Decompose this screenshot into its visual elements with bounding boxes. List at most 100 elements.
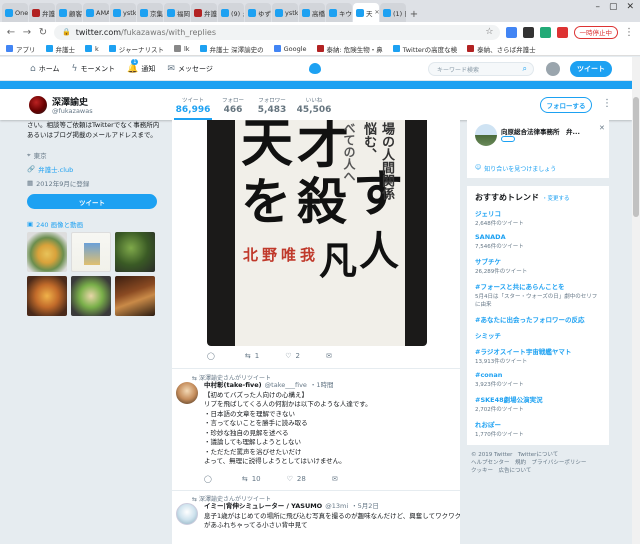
maximize-icon[interactable]: ▢ xyxy=(609,2,618,12)
bookmark-item[interactable]: Twitterの高度な検 xyxy=(392,44,457,54)
trend-name[interactable]: ジェリコ xyxy=(475,208,601,218)
retweet-button[interactable]: ⇆ 1 xyxy=(245,352,259,360)
browser-tab[interactable]: 弁護✕ xyxy=(191,3,217,22)
trend-item[interactable]: れおぽー 1,770件のツイート xyxy=(467,416,609,441)
more-options-icon[interactable]: ⋮ xyxy=(602,98,612,109)
footer-line[interactable]: クッキー 広告について xyxy=(471,467,609,475)
follow-button[interactable]: フォローする xyxy=(540,97,592,113)
bookmark-item[interactable]: 泰納: 危険生物・鼻 xyxy=(316,44,383,54)
trend-name[interactable]: #conan xyxy=(475,371,601,379)
trend-item[interactable]: #ラジオスイート宇宙戦艦ヤマト 13,913件のツイート xyxy=(467,343,609,368)
browser-tab[interactable]: (1) 日✕ xyxy=(380,3,406,22)
tweet[interactable]: 中村彰(take-five) @take___five ・1時間 【初めてバズっ… xyxy=(204,381,454,467)
profile-website[interactable]: 🔗 弁護士.club xyxy=(27,164,162,174)
browser-tab[interactable]: キウ✕ xyxy=(326,3,352,22)
scrollbar-thumb[interactable] xyxy=(633,97,639,217)
trend-name[interactable]: シミッチ xyxy=(475,330,601,340)
forward-icon[interactable]: → xyxy=(22,27,32,38)
trend-name[interactable]: #フォースと共にあらんことを xyxy=(475,281,601,291)
nav-home[interactable]: ⌂ ホーム xyxy=(30,64,60,74)
paused-profile-button[interactable]: 一時停止中 xyxy=(573,25,618,39)
media-thumbnail[interactable] xyxy=(71,276,111,316)
trend-name[interactable]: サブチケ xyxy=(475,256,601,266)
nav-messages[interactable]: ✉ メッセージ xyxy=(167,64,212,74)
menu-icon[interactable]: ⋮ xyxy=(624,27,634,38)
browser-tab[interactable]: 高橋✕ xyxy=(299,3,325,22)
media-thumbnail[interactable] xyxy=(27,276,67,316)
media-thumbnail[interactable] xyxy=(71,232,111,272)
tweet-author-name[interactable]: 中村彰(take-five) xyxy=(204,381,262,391)
stat-likes[interactable]: いいね 45,506 xyxy=(294,96,334,115)
stat-following[interactable]: フォロー 466 xyxy=(218,96,248,115)
tweet-author-name[interactable]: イミー|背伸シミュレーター / YASUMO xyxy=(204,502,322,512)
close-window-icon[interactable]: ✕ xyxy=(626,2,634,12)
back-icon[interactable]: ← xyxy=(6,27,16,38)
dm-button[interactable]: ✉ xyxy=(326,352,332,360)
extension-icon[interactable] xyxy=(522,26,534,38)
twitter-bird-icon[interactable] xyxy=(309,63,321,74)
bookmark-item[interactable]: アプリ xyxy=(6,44,36,54)
minimize-icon[interactable]: – xyxy=(595,2,600,12)
stat-tweets[interactable]: ツイート 86,996 xyxy=(174,96,212,120)
browser-tab[interactable]: AMA✕ xyxy=(83,3,109,22)
browser-tab[interactable]: ystk✕ xyxy=(272,3,298,22)
bookmark-item[interactable]: lk xyxy=(173,45,190,53)
tweet-time[interactable]: ・5月2日 xyxy=(351,502,379,512)
reply-button[interactable]: ◯ xyxy=(207,352,219,360)
reload-icon[interactable]: ↻ xyxy=(38,27,48,38)
trend-item[interactable]: ジェリコ 2,648件のツイート xyxy=(467,205,609,230)
reply-button[interactable]: ◯ xyxy=(204,475,216,483)
media-thumbnail[interactable] xyxy=(115,232,155,272)
compose-tweet-button[interactable]: ツイート xyxy=(570,61,612,77)
promo-avatar[interactable] xyxy=(475,124,497,146)
trend-item[interactable]: シミッチ xyxy=(467,327,609,343)
extension-icon[interactable] xyxy=(556,26,568,38)
extension-icon[interactable] xyxy=(539,26,551,38)
browser-tab[interactable]: (9) え✕ xyxy=(218,3,244,22)
dm-button[interactable]: ✉ xyxy=(332,475,338,483)
browser-tab[interactable]: ystk✕ xyxy=(110,3,136,22)
account-avatar[interactable] xyxy=(546,62,560,76)
browser-tab[interactable]: 福岡✕ xyxy=(164,3,190,22)
bookmark-item[interactable]: ジャーナリスト xyxy=(108,44,164,54)
trend-item[interactable]: SANADA 7,546件のツイート xyxy=(467,230,609,253)
like-button[interactable]: ♡ 2 xyxy=(285,352,300,360)
bookmark-item[interactable]: 弁護士 xyxy=(45,44,75,54)
profile-avatar[interactable] xyxy=(27,94,49,116)
bookmark-item[interactable]: k xyxy=(85,45,99,53)
search-icon[interactable]: ⌕ xyxy=(523,64,527,74)
website-link[interactable]: 弁護士.club xyxy=(38,164,73,174)
trend-item[interactable]: #conan 3,923件のツイート xyxy=(467,368,609,391)
star-icon[interactable]: ☆ xyxy=(485,27,493,37)
trend-name[interactable]: れおぽー xyxy=(475,419,601,429)
browser-tab[interactable]: 顧客✕ xyxy=(56,3,82,22)
url-input[interactable]: 🔒 twitter.com/fukazawas/with_replies ☆ xyxy=(54,24,500,40)
footer-line[interactable]: ヘルプセンター 規約 プライバシーポリシー xyxy=(471,459,609,467)
tweet[interactable]: イミー|背伸シミュレーター / YASUMO @13mi ・5月2日 息子1歳が… xyxy=(204,502,460,531)
tweet-time[interactable]: ・1時間 xyxy=(310,381,334,391)
browser-tab[interactable]: 京集✕ xyxy=(137,3,163,22)
extension-icon[interactable] xyxy=(505,26,517,38)
find-friends-label[interactable]: 知り合いを見つけましょう xyxy=(484,164,556,173)
trend-item[interactable]: #SKE48劇場公演実況 2,702件のツイート xyxy=(467,391,609,416)
media-thumbnail[interactable] xyxy=(27,232,67,272)
browser-tab[interactable]: 弁護✕ xyxy=(29,3,55,22)
trends-change-link[interactable]: ・変更する xyxy=(542,194,570,202)
nav-moments[interactable]: ϟ モーメント xyxy=(72,64,116,74)
search-input[interactable]: キーワード検索 ⌕ xyxy=(428,62,534,76)
tweet-avatar[interactable] xyxy=(176,503,198,525)
tab-close-icon[interactable]: ✕ xyxy=(375,9,380,16)
bookmark-item[interactable]: 泰納、さらば弁護士 xyxy=(467,44,536,54)
nav-notifications[interactable]: 🔔 1 通知 xyxy=(127,58,155,74)
media-label[interactable]: 240 画像と動画 xyxy=(36,219,83,229)
footer-line[interactable]: © 2019 Twitter Twitterについて xyxy=(471,451,609,459)
trend-name[interactable]: SANADA xyxy=(475,233,601,241)
media-link[interactable]: ▣ 240 画像と動画 xyxy=(27,219,162,229)
like-button[interactable]: ♡ 28 xyxy=(287,475,306,483)
browser-tab[interactable]: 天 ✕ xyxy=(353,3,379,22)
browser-tab[interactable]: One✕ xyxy=(2,3,28,22)
promo-title[interactable]: 向原総合法律事務所 弁... xyxy=(501,126,580,136)
trend-name[interactable]: #SKE48劇場公演実況 xyxy=(475,394,601,404)
page-scrollbar[interactable] xyxy=(632,57,640,544)
new-tab-button[interactable]: + xyxy=(407,6,421,22)
